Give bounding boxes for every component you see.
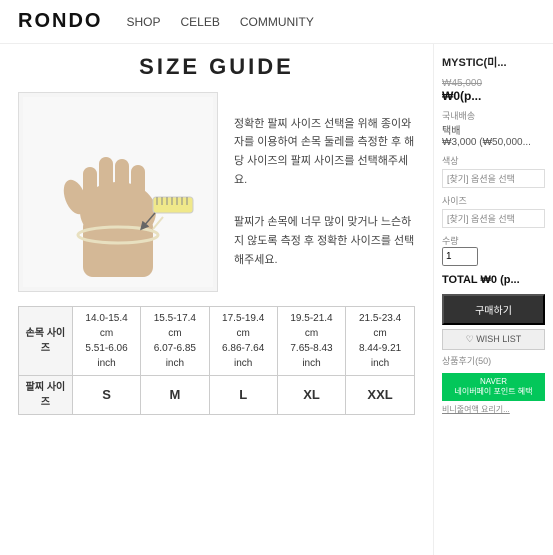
qty-row: 수량 xyxy=(442,234,545,266)
main-content: SIZE GUIDE xyxy=(0,44,553,555)
guide-text-2: 팔찌가 손목에 너무 많이 맞거나 느슨하지 않도록 측정 후 정확한 사이즈를… xyxy=(234,213,415,269)
total-row: TOTAL ₩0 (p... xyxy=(442,274,545,286)
logo[interactable]: RONDO xyxy=(18,10,102,33)
table-cell: 17.5-19.4 cm 6.86-7.64 inch xyxy=(209,307,277,376)
table-cell-s: S xyxy=(72,376,140,415)
color-row: 색상 [찾기] 옵션을 선택 xyxy=(442,154,545,188)
header: RONDO SHOP CELEB COMMUNITY xyxy=(0,0,553,44)
delivery-value: 택배 xyxy=(442,122,545,137)
guide-texts: 정확한 팔찌 사이즈 선택을 위해 종이와 자를 이용하여 손목 둘레를 측정한… xyxy=(234,92,415,292)
table-cell: 21.5-23.4 cm 8.44-9.21 inch xyxy=(346,307,415,376)
hand-image xyxy=(18,92,218,292)
color-option[interactable]: [찾기] 옵션을 선택 xyxy=(442,169,545,188)
size-label: 사이즈 xyxy=(442,194,545,207)
table-header-wrist: 손목 사이즈 xyxy=(19,307,73,376)
table-row-size: 팔찌 사이즈 S M L XL XXL xyxy=(19,376,415,415)
size-option[interactable]: [찾기] 옵션을 선택 xyxy=(442,209,545,228)
table-cell-xl: XL xyxy=(277,376,345,415)
table-cell-m: M xyxy=(141,376,209,415)
delivery-fee: ₩3,000 (₩50,000... xyxy=(442,137,545,148)
table-row-wrist: 손목 사이즈 14.0-15.4 cm 5.51-6.06 inch 15.5-… xyxy=(19,307,415,376)
page-title: SIZE GUIDE xyxy=(18,54,415,80)
delivery-label: 국내배송 xyxy=(442,109,545,122)
main-nav: SHOP CELEB COMMUNITY xyxy=(126,15,313,29)
delivery-row: 국내배송 택배 ₩3,000 (₩50,000... xyxy=(442,109,545,148)
table-cell: 15.5-17.4 cm 6.07-6.85 inch xyxy=(141,307,209,376)
size-table: 손목 사이즈 14.0-15.4 cm 5.51-6.06 inch 15.5-… xyxy=(18,306,415,415)
nav-shop[interactable]: SHOP xyxy=(126,15,160,29)
price-main: ₩0(p... xyxy=(442,89,545,103)
table-cell-xxl: XXL xyxy=(346,376,415,415)
table-header-bracelet: 팔찌 사이즈 xyxy=(19,376,73,415)
buy-button[interactable]: 구매하기 xyxy=(442,294,545,325)
right-sidebar: MYSTIC(미... ₩45,000 ₩0(p... 국내배송 택배 ₩3,0… xyxy=(433,44,553,555)
size-row: 사이즈 [찾기] 옵션을 선택 xyxy=(442,194,545,228)
nav-celeb[interactable]: CELEB xyxy=(180,15,219,29)
table-cell: 14.0-15.4 cm 5.51-6.06 inch xyxy=(72,307,140,376)
qty-input[interactable] xyxy=(442,247,478,266)
color-label: 색상 xyxy=(442,154,545,167)
mini-link[interactable]: 비니줄여액 요리기... xyxy=(442,404,545,415)
sidebar-product-title: MYSTIC(미... xyxy=(442,54,545,70)
wishlist-button[interactable]: ♡ WISH LIST xyxy=(442,329,545,350)
total-value: ₩0 (p... xyxy=(481,274,520,286)
left-content: SIZE GUIDE xyxy=(0,44,433,555)
review-count[interactable]: 상품후기(50) xyxy=(442,354,545,367)
total-label: TOTAL xyxy=(442,274,477,286)
nav-community[interactable]: COMMUNITY xyxy=(240,15,314,29)
qty-label: 수량 xyxy=(442,234,545,247)
guide-text-1: 정확한 팔찌 사이즈 선택을 위해 종이와 자를 이용하여 손목 둘레를 측정한… xyxy=(234,115,415,190)
price-original: ₩45,000 xyxy=(442,78,545,89)
table-cell: 19.5-21.4 cm 7.65-8.43 inch xyxy=(277,307,345,376)
naver-pay-box[interactable]: NAVER 네이버페이 포인트 혜택 xyxy=(442,373,545,401)
guide-section: 정확한 팔찌 사이즈 선택을 위해 종이와 자를 이용하여 손목 둘레를 측정한… xyxy=(18,92,415,292)
table-cell-l: L xyxy=(209,376,277,415)
size-table-wrap: 손목 사이즈 14.0-15.4 cm 5.51-6.06 inch 15.5-… xyxy=(18,306,415,415)
naver-pay-label: NAVER 네이버페이 포인트 혜택 xyxy=(446,377,541,397)
